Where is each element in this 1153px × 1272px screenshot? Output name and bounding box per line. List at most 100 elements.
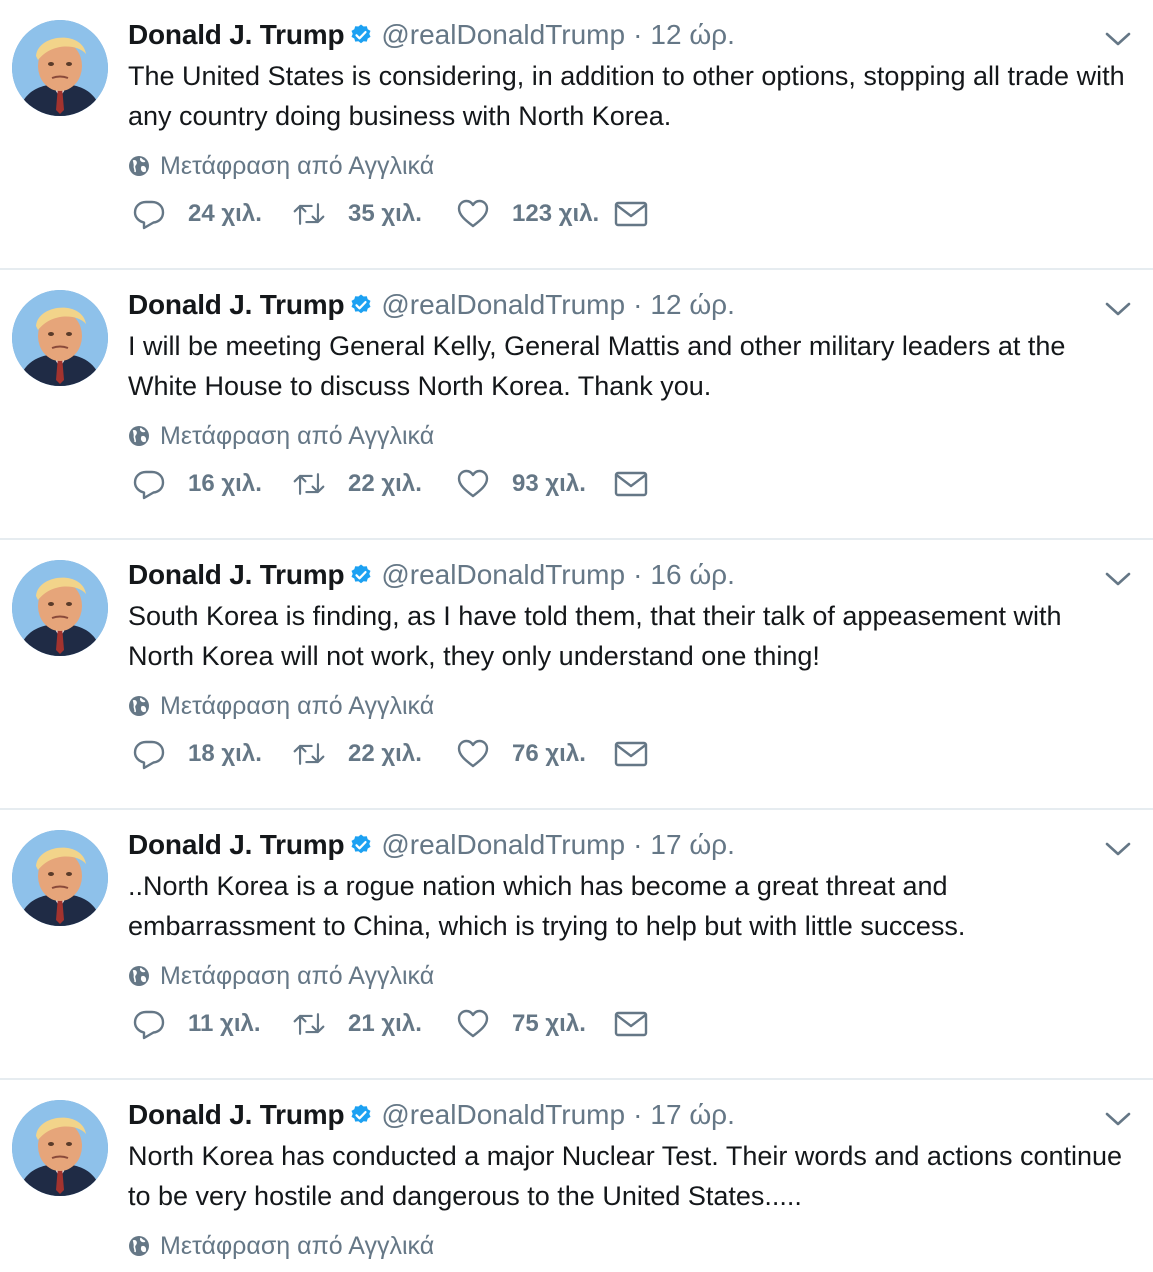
verified-badge-icon: [349, 23, 373, 47]
retweet-button[interactable]: 22 χιλ.: [292, 737, 456, 771]
globe-icon: [128, 1235, 150, 1257]
like-icon: [456, 197, 490, 231]
avatar[interactable]: [12, 20, 108, 116]
chevron-down-icon[interactable]: [1103, 834, 1133, 864]
translate-link[interactable]: Μετάφραση από Αγγλικά: [128, 148, 1133, 184]
tweet-text: ..North Korea is a rogue nation which ha…: [128, 871, 966, 941]
translate-link[interactable]: Μετάφραση από Αγγλικά: [128, 1228, 1133, 1264]
reply-button[interactable]: 11 χιλ.: [132, 1007, 292, 1041]
author-name[interactable]: Donald J. Trump: [128, 19, 345, 51]
tweet-actions: 18 χιλ. 22 χιλ. 76 χιλ.: [132, 736, 648, 772]
direct-message-icon: [614, 1007, 648, 1041]
direct-message-button[interactable]: [614, 1007, 648, 1041]
tweet-actions: 16 χιλ. 22 χιλ. 93 χιλ.: [132, 466, 648, 502]
reply-button[interactable]: 24 χιλ.: [132, 197, 292, 231]
tweet-actions: 24 χιλ. 35 χιλ. 123 χιλ.: [132, 196, 648, 232]
like-count: 76 χιλ.: [512, 740, 586, 767]
timestamp[interactable]: 16 ώρ.: [650, 559, 735, 591]
tweet[interactable]: Donald J. Trump @realDonaldTrump · 17 ώρ…: [0, 810, 1153, 1080]
direct-message-icon: [614, 197, 648, 231]
like-button[interactable]: 123 χιλ.: [456, 197, 614, 231]
like-button[interactable]: 76 χιλ.: [456, 737, 614, 771]
retweet-icon: [292, 1007, 326, 1041]
tweet[interactable]: Donald J. Trump @realDonaldTrump · 17 ώρ…: [0, 1080, 1153, 1270]
retweet-count: 35 χιλ.: [348, 200, 422, 227]
direct-message-icon: [614, 467, 648, 501]
chevron-down-icon[interactable]: [1103, 564, 1133, 594]
avatar[interactable]: [12, 1100, 108, 1196]
reply-icon: [132, 467, 166, 501]
verified-badge-icon: [349, 563, 373, 587]
author-name[interactable]: Donald J. Trump: [128, 1099, 345, 1131]
reply-button[interactable]: 16 χιλ.: [132, 467, 292, 501]
reply-button[interactable]: 18 χιλ.: [132, 737, 292, 771]
retweet-count: 22 χιλ.: [348, 470, 422, 497]
avatar[interactable]: [12, 830, 108, 926]
like-count: 123 χιλ.: [512, 200, 600, 227]
author-name[interactable]: Donald J. Trump: [128, 559, 345, 591]
author-name[interactable]: Donald J. Trump: [128, 289, 345, 321]
reply-icon: [132, 1007, 166, 1041]
separator: ·: [633, 19, 643, 50]
verified-badge-icon: [349, 293, 373, 317]
retweet-count: 21 χιλ.: [348, 1010, 422, 1037]
timestamp[interactable]: 17 ώρ.: [650, 1099, 735, 1131]
translate-link[interactable]: Μετάφραση από Αγγλικά: [128, 958, 1133, 994]
direct-message-button[interactable]: [614, 197, 648, 231]
author-handle[interactable]: @realDonaldTrump: [381, 559, 625, 591]
retweet-icon: [292, 737, 326, 771]
retweet-icon: [292, 197, 326, 231]
timestamp[interactable]: 17 ώρ.: [650, 829, 735, 861]
verified-badge-icon: [349, 833, 373, 857]
reply-icon: [132, 737, 166, 771]
retweet-button[interactable]: 22 χιλ.: [292, 467, 456, 501]
reply-count: 24 χιλ.: [188, 200, 262, 227]
separator: ·: [633, 559, 643, 590]
retweet-button[interactable]: 35 χιλ.: [292, 197, 456, 231]
like-count: 93 χιλ.: [512, 470, 586, 497]
author-handle[interactable]: @realDonaldTrump: [381, 829, 625, 861]
timestamp[interactable]: 12 ώρ.: [650, 289, 735, 321]
like-button[interactable]: 93 χιλ.: [456, 467, 614, 501]
like-button[interactable]: 75 χιλ.: [456, 1007, 614, 1041]
avatar[interactable]: [12, 290, 108, 386]
retweet-count: 22 χιλ.: [348, 740, 422, 767]
translate-link[interactable]: Μετάφραση από Αγγλικά: [128, 688, 1133, 724]
translate-label[interactable]: Μετάφραση από Αγγλικά: [160, 1232, 434, 1261]
like-count: 75 χιλ.: [512, 1010, 586, 1037]
chevron-down-icon[interactable]: [1103, 1104, 1133, 1134]
tweet[interactable]: Donald J. Trump @realDonaldTrump · 12 ώρ…: [0, 270, 1153, 540]
reply-icon: [132, 197, 166, 231]
retweet-button[interactable]: 21 χιλ.: [292, 1007, 456, 1041]
chevron-down-icon[interactable]: [1103, 24, 1133, 54]
direct-message-button[interactable]: [614, 737, 648, 771]
like-icon: [456, 737, 490, 771]
translate-link[interactable]: Μετάφραση από Αγγλικά: [128, 418, 1133, 454]
reply-count: 11 χιλ.: [188, 1010, 261, 1037]
tweet[interactable]: Donald J. Trump @realDonaldTrump · 12 ώρ…: [0, 0, 1153, 270]
author-handle[interactable]: @realDonaldTrump: [381, 19, 625, 51]
globe-icon: [128, 965, 150, 987]
timestamp[interactable]: 12 ώρ.: [650, 19, 735, 51]
author-handle[interactable]: @realDonaldTrump: [381, 1099, 625, 1131]
translate-label[interactable]: Μετάφραση από Αγγλικά: [160, 152, 434, 181]
separator: ·: [633, 289, 643, 320]
tweet-actions: 11 χιλ. 21 χιλ. 75 χιλ.: [132, 1006, 648, 1042]
direct-message-icon: [614, 737, 648, 771]
avatar[interactable]: [12, 560, 108, 656]
tweet[interactable]: Donald J. Trump @realDonaldTrump · 16 ώρ…: [0, 540, 1153, 810]
tweet-text: North Korea has conducted a major Nuclea…: [128, 1141, 1123, 1211]
separator: ·: [633, 829, 643, 860]
author-name[interactable]: Donald J. Trump: [128, 829, 345, 861]
translate-label[interactable]: Μετάφραση από Αγγλικά: [160, 962, 434, 991]
globe-icon: [128, 155, 150, 177]
like-icon: [456, 467, 490, 501]
author-handle[interactable]: @realDonaldTrump: [381, 289, 625, 321]
direct-message-button[interactable]: [614, 467, 648, 501]
chevron-down-icon[interactable]: [1103, 294, 1133, 324]
tweet-text: South Korea is finding, as I have told t…: [128, 601, 1062, 671]
translate-label[interactable]: Μετάφραση από Αγγλικά: [160, 422, 434, 451]
globe-icon: [128, 695, 150, 717]
reply-count: 18 χιλ.: [188, 740, 262, 767]
translate-label[interactable]: Μετάφραση από Αγγλικά: [160, 692, 434, 721]
